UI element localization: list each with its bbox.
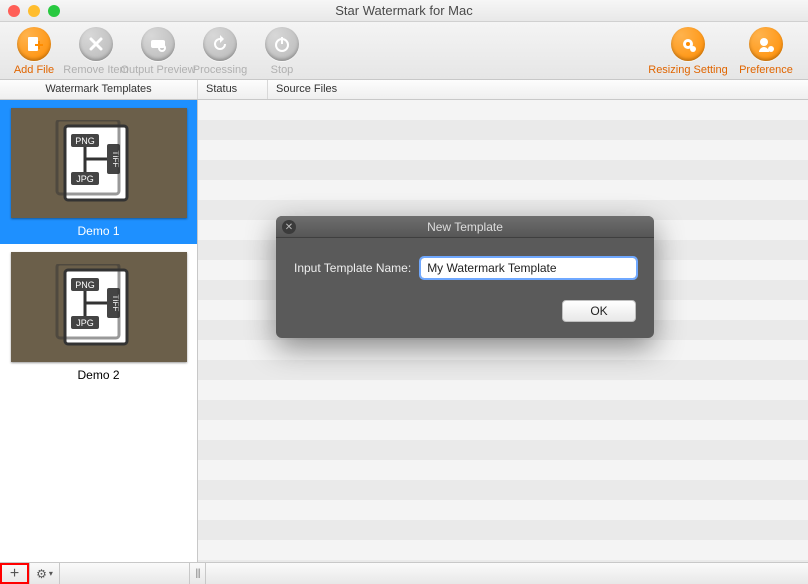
window-title: Star Watermark for Mac [0,3,808,18]
svg-text:PNG: PNG [75,136,95,146]
toolbar-label: Resizing Setting [648,64,728,76]
template-name-input[interactable] [421,258,636,278]
chevron-down-icon: ▾ [49,569,53,578]
toolbar-label: Output Preview [120,64,195,76]
x-icon [79,27,113,61]
bottom-bar: + ⚙ ▾ ||| [0,562,808,584]
template-item[interactable]: PNG JPG TIFF Demo 2 [0,244,197,388]
stop-button: Stop [254,27,310,76]
add-template-button[interactable]: + [0,563,30,584]
sidebar-resize-handle[interactable]: ||| [190,563,206,584]
template-name-label: Demo 1 [6,224,191,238]
templates-sidebar: PNG JPG TIFF Demo 1 PNG JPG TIFF [0,100,198,562]
dialog-title: New Template [427,220,503,234]
column-header-status[interactable]: Status [198,80,268,99]
refresh-icon [203,27,237,61]
bottom-spacer [60,563,190,584]
remove-item-button: Remove Item [68,27,124,76]
dialog-close-button[interactable]: ✕ [282,220,296,234]
gear-user-icon [749,27,783,61]
template-name-label: Demo 2 [6,368,191,382]
toolbar: Add FileRemove ItemOutput PreviewProcess… [0,22,808,80]
template-thumbnail: PNG JPG TIFF [11,108,187,218]
dialog-label: Input Template Name: [294,261,411,275]
column-header-sources[interactable]: Source Files [268,80,808,99]
preference-button[interactable]: Preference [730,27,802,76]
gear-resize-icon [671,27,705,61]
columns-header: Watermark Templates Status Source Files [0,80,808,100]
resizing-setting-button[interactable]: Resizing Setting [652,27,724,76]
add-file-button[interactable]: Add File [6,27,62,76]
template-thumbnail: PNG JPG TIFF [11,252,187,362]
toolbar-label: Processing [193,64,247,76]
svg-text:PNG: PNG [75,280,95,290]
ok-button[interactable]: OK [562,300,636,322]
gear-icon: ⚙ [36,567,47,581]
template-actions-menu[interactable]: ⚙ ▾ [30,563,60,584]
close-icon: ✕ [285,222,293,233]
toolbar-label: Preference [739,64,793,76]
svg-text:JPG: JPG [76,318,94,328]
toolbar-label: Add File [14,64,54,76]
column-header-templates[interactable]: Watermark Templates [0,80,198,99]
processing-button: Processing [192,27,248,76]
file-plus-icon [17,27,51,61]
output-preview-button: Output Preview [130,27,186,76]
plus-icon: + [10,565,19,583]
dialog-body: Input Template Name: OK [276,238,654,338]
power-icon [265,27,299,61]
svg-text:JPG: JPG [76,174,94,184]
eye-icon [141,27,175,61]
toolbar-label: Stop [271,64,294,76]
titlebar: Star Watermark for Mac [0,0,808,22]
template-item[interactable]: PNG JPG TIFF Demo 1 [0,100,197,244]
toolbar-label: Remove Item [63,64,128,76]
dialog-titlebar[interactable]: ✕ New Template [276,216,654,238]
new-template-dialog: ✕ New Template Input Template Name: OK [276,216,654,338]
